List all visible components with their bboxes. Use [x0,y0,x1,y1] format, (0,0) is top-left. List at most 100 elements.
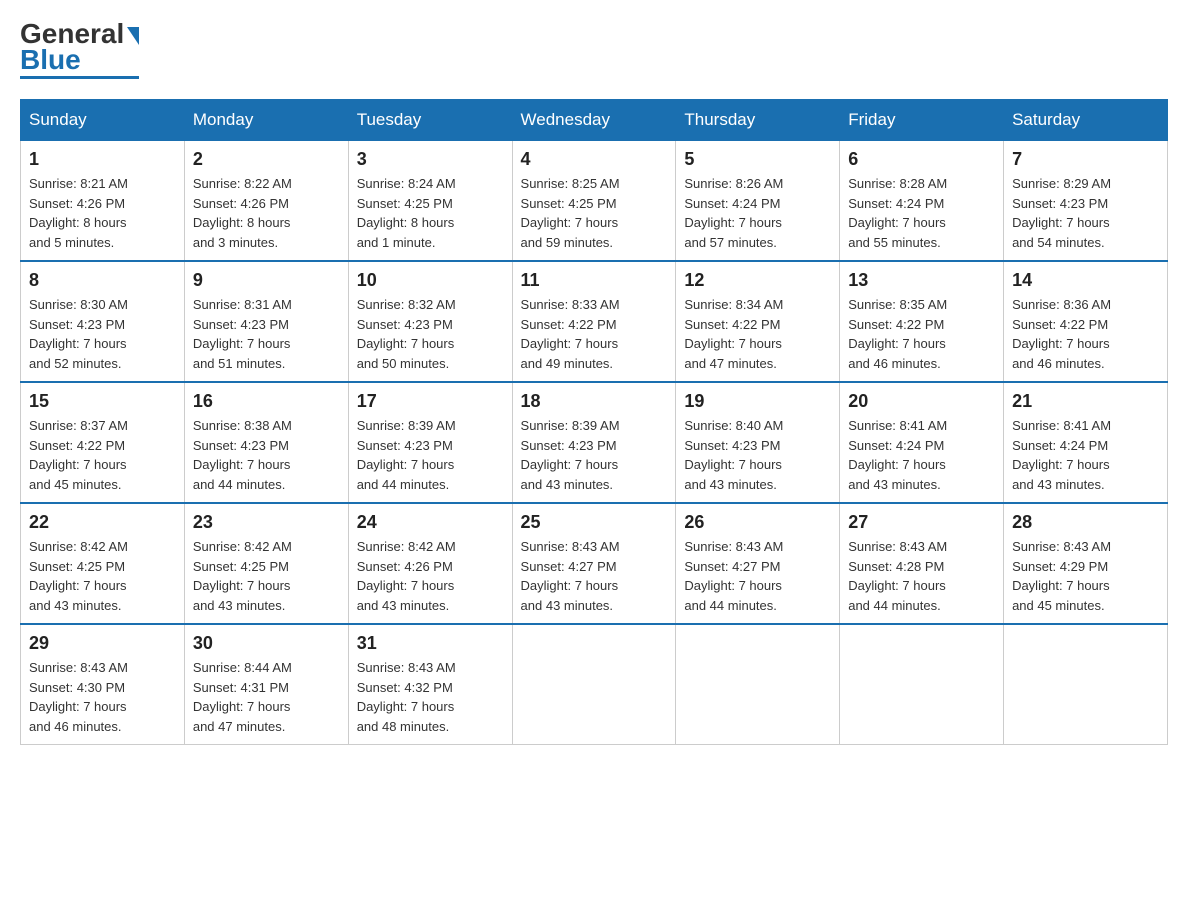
calendar-cell: 13 Sunrise: 8:35 AMSunset: 4:22 PMDayligh… [840,261,1004,382]
day-number: 18 [521,391,668,412]
day-info: Sunrise: 8:43 AMSunset: 4:28 PMDaylight:… [848,537,995,615]
day-number: 11 [521,270,668,291]
day-of-week-header: Sunday [21,100,185,141]
day-number: 4 [521,149,668,170]
day-info: Sunrise: 8:43 AMSunset: 4:29 PMDaylight:… [1012,537,1159,615]
day-info: Sunrise: 8:38 AMSunset: 4:23 PMDaylight:… [193,416,340,494]
day-info: Sunrise: 8:35 AMSunset: 4:22 PMDaylight:… [848,295,995,373]
day-of-week-header: Tuesday [348,100,512,141]
calendar-cell: 16 Sunrise: 8:38 AMSunset: 4:23 PMDayligh… [184,382,348,503]
day-number: 27 [848,512,995,533]
day-number: 22 [29,512,176,533]
day-info: Sunrise: 8:42 AMSunset: 4:25 PMDaylight:… [29,537,176,615]
calendar-cell: 8Sunrise: 8:30 AMSunset: 4:23 PMDaylight… [21,261,185,382]
calendar-cell: 6 Sunrise: 8:28 AMSunset: 4:24 PMDaylight… [840,141,1004,262]
day-of-week-header: Monday [184,100,348,141]
day-info: Sunrise: 8:33 AMSunset: 4:22 PMDaylight:… [521,295,668,373]
day-number: 1 [29,149,176,170]
calendar-cell: 10Sunrise: 8:32 AMSunset: 4:23 PMDayligh… [348,261,512,382]
page-header: General Blue [20,20,1168,79]
day-info: Sunrise: 8:42 AMSunset: 4:26 PMDaylight:… [357,537,504,615]
day-number: 6 [848,149,995,170]
day-info: Sunrise: 8:43 AMSunset: 4:32 PMDaylight:… [357,658,504,736]
day-number: 20 [848,391,995,412]
day-of-week-header: Thursday [676,100,840,141]
calendar-cell: 17Sunrise: 8:39 AMSunset: 4:23 PMDayligh… [348,382,512,503]
day-info: Sunrise: 8:41 AMSunset: 4:24 PMDaylight:… [848,416,995,494]
day-info: Sunrise: 8:39 AMSunset: 4:23 PMDaylight:… [521,416,668,494]
day-of-week-header: Saturday [1004,100,1168,141]
day-info: Sunrise: 8:43 AMSunset: 4:30 PMDaylight:… [29,658,176,736]
day-number: 19 [684,391,831,412]
calendar-week-row: 8Sunrise: 8:30 AMSunset: 4:23 PMDaylight… [21,261,1168,382]
day-number: 3 [357,149,504,170]
calendar-cell: 2 Sunrise: 8:22 AMSunset: 4:26 PMDaylight… [184,141,348,262]
calendar-cell: 18 Sunrise: 8:39 AMSunset: 4:23 PMDayligh… [512,382,676,503]
day-info: Sunrise: 8:41 AMSunset: 4:24 PMDaylight:… [1012,416,1159,494]
day-number: 16 [193,391,340,412]
logo-underline [20,76,139,79]
day-info: Sunrise: 8:37 AMSunset: 4:22 PMDaylight:… [29,416,176,494]
day-number: 2 [193,149,340,170]
calendar-cell: 12 Sunrise: 8:34 AMSunset: 4:22 PMDayligh… [676,261,840,382]
day-of-week-header: Friday [840,100,1004,141]
calendar-cell [840,624,1004,745]
day-number: 23 [193,512,340,533]
day-number: 29 [29,633,176,654]
calendar-cell: 7Sunrise: 8:29 AMSunset: 4:23 PMDaylight… [1004,141,1168,262]
calendar-cell: 9 Sunrise: 8:31 AMSunset: 4:23 PMDaylight… [184,261,348,382]
day-number: 9 [193,270,340,291]
logo: General Blue [20,20,139,79]
day-number: 12 [684,270,831,291]
day-number: 10 [357,270,504,291]
calendar-cell: 11 Sunrise: 8:33 AMSunset: 4:22 PMDayligh… [512,261,676,382]
calendar-week-row: 29 Sunrise: 8:43 AMSunset: 4:30 PMDayligh… [21,624,1168,745]
day-info: Sunrise: 8:44 AMSunset: 4:31 PMDaylight:… [193,658,340,736]
day-number: 31 [357,633,504,654]
calendar-cell: 31 Sunrise: 8:43 AMSunset: 4:32 PMDayligh… [348,624,512,745]
day-info: Sunrise: 8:39 AMSunset: 4:23 PMDaylight:… [357,416,504,494]
calendar-cell [676,624,840,745]
calendar-cell: 23 Sunrise: 8:42 AMSunset: 4:25 PMDayligh… [184,503,348,624]
logo-text-blue: Blue [20,46,81,74]
day-info: Sunrise: 8:28 AMSunset: 4:24 PMDaylight:… [848,174,995,252]
day-number: 5 [684,149,831,170]
calendar-cell: 1 Sunrise: 8:21 AMSunset: 4:26 PMDaylight… [21,141,185,262]
calendar-cell [1004,624,1168,745]
calendar-cell: 15 Sunrise: 8:37 AMSunset: 4:22 PMDayligh… [21,382,185,503]
day-number: 14 [1012,270,1159,291]
calendar-cell: 25 Sunrise: 8:43 AMSunset: 4:27 PMDayligh… [512,503,676,624]
day-number: 25 [521,512,668,533]
day-number: 28 [1012,512,1159,533]
day-info: Sunrise: 8:30 AMSunset: 4:23 PMDaylight:… [29,295,176,373]
day-info: Sunrise: 8:31 AMSunset: 4:23 PMDaylight:… [193,295,340,373]
calendar-cell: 14Sunrise: 8:36 AMSunset: 4:22 PMDayligh… [1004,261,1168,382]
day-number: 13 [848,270,995,291]
day-info: Sunrise: 8:43 AMSunset: 4:27 PMDaylight:… [684,537,831,615]
day-info: Sunrise: 8:40 AMSunset: 4:23 PMDaylight:… [684,416,831,494]
calendar-cell: 21 Sunrise: 8:41 AMSunset: 4:24 PMDayligh… [1004,382,1168,503]
day-info: Sunrise: 8:21 AMSunset: 4:26 PMDaylight:… [29,174,176,252]
calendar-cell [512,624,676,745]
day-of-week-header: Wednesday [512,100,676,141]
day-info: Sunrise: 8:42 AMSunset: 4:25 PMDaylight:… [193,537,340,615]
day-number: 24 [357,512,504,533]
day-info: Sunrise: 8:34 AMSunset: 4:22 PMDaylight:… [684,295,831,373]
calendar-cell: 28 Sunrise: 8:43 AMSunset: 4:29 PMDayligh… [1004,503,1168,624]
calendar-cell: 20 Sunrise: 8:41 AMSunset: 4:24 PMDayligh… [840,382,1004,503]
day-number: 30 [193,633,340,654]
calendar-cell: 24 Sunrise: 8:42 AMSunset: 4:26 PMDayligh… [348,503,512,624]
day-number: 15 [29,391,176,412]
day-info: Sunrise: 8:26 AMSunset: 4:24 PMDaylight:… [684,174,831,252]
day-number: 7 [1012,149,1159,170]
day-info: Sunrise: 8:22 AMSunset: 4:26 PMDaylight:… [193,174,340,252]
calendar-week-row: 1 Sunrise: 8:21 AMSunset: 4:26 PMDaylight… [21,141,1168,262]
day-info: Sunrise: 8:24 AMSunset: 4:25 PMDaylight:… [357,174,504,252]
calendar-table: SundayMondayTuesdayWednesdayThursdayFrid… [20,99,1168,745]
day-number: 21 [1012,391,1159,412]
calendar-cell: 22 Sunrise: 8:42 AMSunset: 4:25 PMDayligh… [21,503,185,624]
day-number: 26 [684,512,831,533]
calendar-cell: 5 Sunrise: 8:26 AMSunset: 4:24 PMDaylight… [676,141,840,262]
calendar-header-row: SundayMondayTuesdayWednesdayThursdayFrid… [21,100,1168,141]
day-info: Sunrise: 8:43 AMSunset: 4:27 PMDaylight:… [521,537,668,615]
